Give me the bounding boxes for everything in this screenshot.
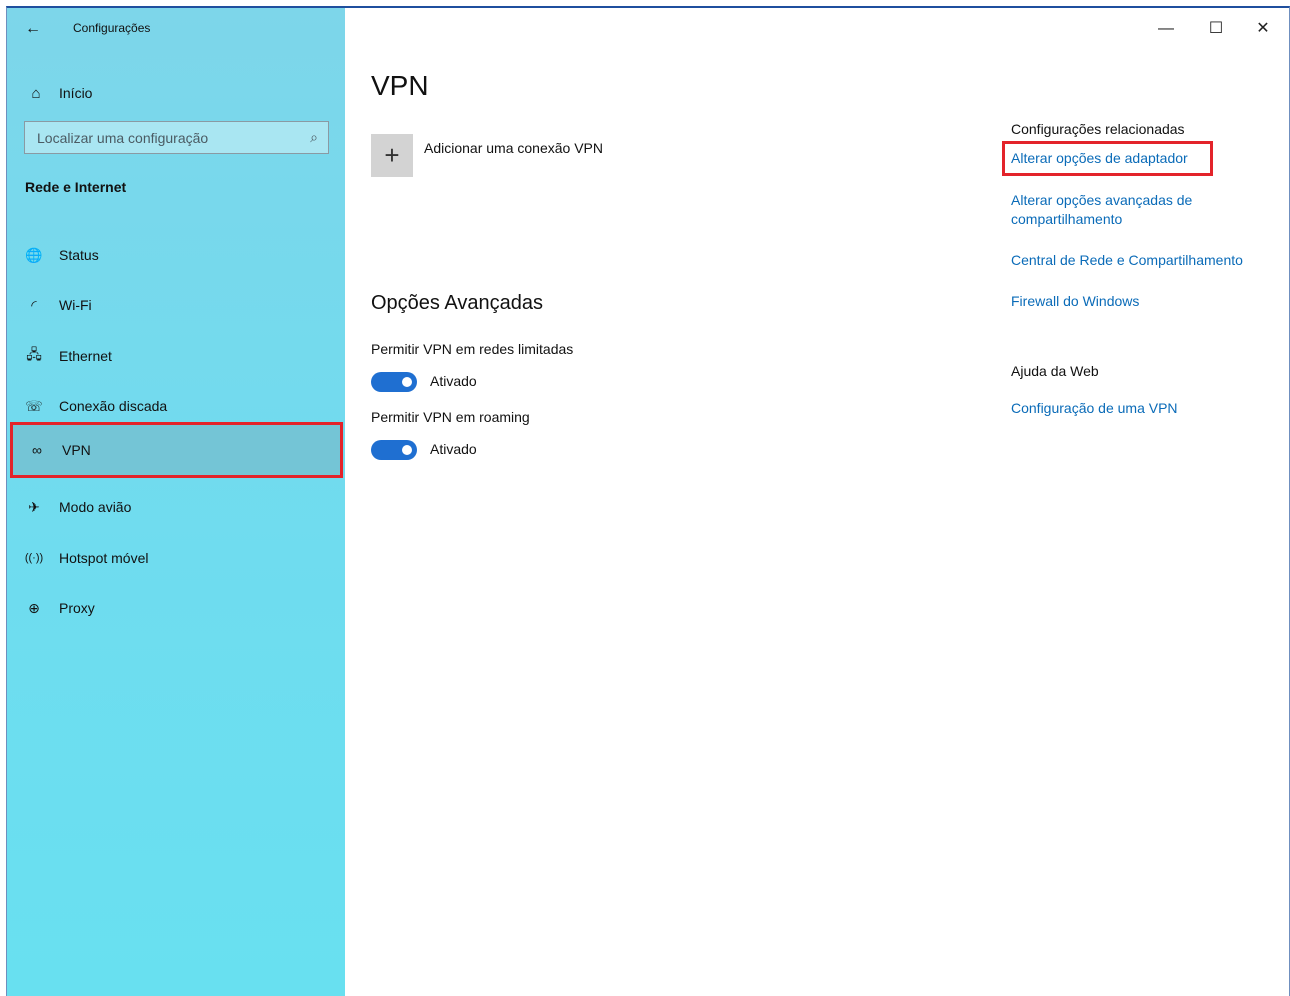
web-help-heading: Ajuda da Web — [1011, 363, 1099, 379]
roaming-toggle[interactable] — [371, 440, 417, 460]
roaming-toggle-state: Ativado — [430, 441, 477, 457]
plus-icon: + — [371, 134, 413, 177]
sidebar-item-label: Wi-Fi — [59, 297, 92, 313]
sidebar-item-proxy[interactable]: ⊕ Proxy — [7, 586, 345, 630]
page-title: VPN — [371, 70, 429, 101]
airplane-icon: ✈ — [28, 498, 40, 515]
hotspot-icon: ((·)) — [24, 552, 44, 564]
sidebar-item-vpn[interactable]: ∞ VPN — [10, 422, 343, 478]
sidebar-item-status[interactable]: 🌐 Status — [7, 233, 345, 277]
advanced-options-title: Opções Avançadas — [371, 292, 543, 314]
close-icon[interactable]: ✕ — [1240, 14, 1286, 44]
home-label: Início — [59, 85, 93, 101]
dialup-phone-icon: ☏ — [25, 397, 43, 414]
maximize-icon[interactable]: ☐ — [1193, 14, 1239, 44]
ethernet-icon: 🖧 — [26, 346, 42, 362]
vpn-setup-help-link[interactable]: Configuração de uma VPN — [1011, 399, 1178, 418]
metered-toggle-state: Ativado — [430, 373, 477, 389]
add-vpn-button[interactable]: + Adicionar uma conexão VPN — [371, 134, 603, 177]
sidebar-item-hotspot[interactable]: ((·)) Hotspot móvel — [7, 536, 345, 580]
sidebar-item-ethernet[interactable]: 🖧 Ethernet — [7, 334, 345, 378]
related-settings-heading: Configurações relacionadas — [1011, 121, 1185, 137]
home-link[interactable]: ⌂ Início — [7, 74, 345, 112]
sidebar-item-label: Status — [59, 247, 99, 263]
sidebar-item-label: VPN — [62, 442, 91, 458]
toggle-knob — [402, 377, 412, 387]
metered-toggle[interactable] — [371, 372, 417, 392]
main-content: — ☐ ✕ VPN + Adicionar uma conexão VPN Op… — [345, 8, 1289, 996]
wifi-icon: ◜ — [31, 296, 37, 313]
search-box[interactable]: ⌕ — [24, 121, 329, 154]
minimize-icon[interactable]: — — [1143, 14, 1189, 44]
section-title: Rede e Internet — [25, 179, 127, 195]
home-icon: ⌂ — [31, 84, 41, 102]
windows-firewall-link[interactable]: Firewall do Windows — [1011, 292, 1139, 311]
back-arrow-icon[interactable]: ← — [21, 18, 45, 40]
roaming-setting-label: Permitir VPN em roaming — [371, 409, 530, 425]
network-sharing-center-link[interactable]: Central de Rede e Compartilhamento — [1011, 251, 1243, 270]
title-bar: ← Configurações — [7, 8, 345, 48]
sidebar-item-label: Modo avião — [59, 499, 132, 515]
search-input[interactable] — [25, 129, 300, 146]
sidebar: ← Configurações ⌂ Início ⌕ Rede e Intern… — [7, 8, 345, 996]
app-title: Configurações — [73, 21, 151, 35]
advanced-sharing-link[interactable]: Alterar opções avançadas de compartilham… — [1011, 191, 1241, 229]
toggle-knob — [402, 445, 412, 455]
sidebar-item-airplane[interactable]: ✈ Modo avião — [7, 485, 345, 529]
globe-status-icon: 🌐 — [25, 246, 43, 263]
proxy-globe-icon: ⊕ — [28, 599, 40, 616]
sidebar-item-label: Conexão discada — [59, 398, 168, 414]
metered-setting-label: Permitir VPN em redes limitadas — [371, 341, 574, 357]
search-icon[interactable]: ⌕ — [300, 129, 328, 146]
add-vpn-label: Adicionar uma conexão VPN — [424, 140, 603, 156]
sidebar-item-label: Proxy — [59, 600, 95, 616]
settings-window: ← Configurações ⌂ Início ⌕ Rede e Intern… — [6, 6, 1290, 996]
vpn-icon: ∞ — [32, 442, 42, 458]
adapter-options-link[interactable]: Alterar opções de adaptador — [1002, 141, 1213, 176]
sidebar-item-wifi[interactable]: ◜ Wi-Fi — [7, 283, 345, 327]
sidebar-item-label: Hotspot móvel — [59, 550, 149, 566]
sidebar-item-label: Ethernet — [59, 348, 112, 364]
